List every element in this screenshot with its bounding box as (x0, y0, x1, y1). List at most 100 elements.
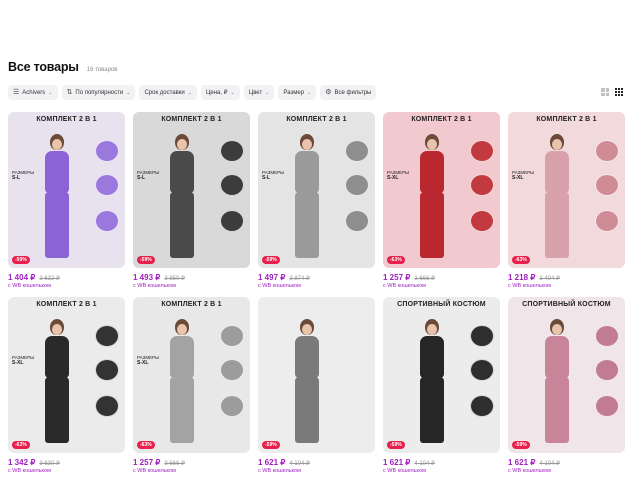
product-card[interactable]: КОМПЛЕКТ 2 В 1 РАЗМЕРЫ S-XL -63% 1 257 ₽3 66… (383, 112, 500, 297)
discount-badge: -59% (262, 256, 280, 264)
filter-price-chip[interactable]: Цена, ₽ ⌄ (200, 85, 240, 100)
large-grid-view-icon[interactable] (601, 88, 609, 96)
size-range-label: РАЗМЕРЫ S-L (262, 170, 285, 182)
product-image[interactable]: СПОРТИВНЫЙ КОСТЮМ -59% (383, 297, 500, 453)
price: 1 218 ₽ (508, 273, 536, 282)
product-card[interactable]: КОМПЛЕКТ 2 В 1 РАЗМЕРЫ S-L -59% 1 493 ₽3 850… (133, 112, 250, 297)
old-price: 4 104 ₽ (289, 461, 310, 467)
product-image[interactable]: КОМПЛЕКТ 2 В 1 РАЗМЕРЫ S-XL -63% (133, 297, 250, 453)
settings-icon: ⚙ (325, 89, 332, 96)
product-image-headline: КОМПЛЕКТ 2 В 1 (161, 301, 222, 308)
product-card[interactable]: КОМПЛЕКТ 2 В 1 РАЗМЕРЫ S-L -59% 1 497 ₽3 874… (258, 112, 375, 297)
size-range-label: РАЗМЕРЫ S-XL (137, 355, 160, 367)
detail-closeup (95, 325, 119, 347)
detail-closeup (595, 210, 619, 232)
discount-badge: -63% (512, 256, 530, 264)
detail-closeup (220, 140, 244, 162)
discount-badge: -63% (137, 441, 155, 449)
detail-closeup (470, 174, 494, 196)
chevron-down-icon: ⌄ (126, 89, 131, 96)
filter-all-chip[interactable]: ⚙ Все фильтры (320, 85, 377, 100)
price-row: 1 493 ₽3 850 ₽ (133, 273, 250, 282)
chevron-down-icon: ⌄ (187, 89, 192, 96)
old-price: 3 630 ₽ (39, 461, 60, 467)
detail-closeup (470, 210, 494, 232)
detail-closeup (95, 395, 119, 417)
discount-badge: -63% (387, 256, 405, 264)
product-card[interactable]: КОМПЛЕКТ 2 В 1 РАЗМЕРЫ S-L -59% 1 404 ₽3 632… (8, 112, 125, 297)
filter-brand-label: Achivers (22, 89, 46, 96)
price-row: 1 257 ₽3 666 ₽ (383, 273, 500, 282)
chevron-down-icon: ⌄ (48, 89, 53, 96)
detail-closeup (595, 140, 619, 162)
product-image-headline: КОМПЛЕКТ 2 В 1 (36, 301, 97, 308)
product-image[interactable]: КОМПЛЕКТ 2 В 1 РАЗМЕРЫ S-XL -63% (8, 297, 125, 453)
price: 1 493 ₽ (133, 273, 161, 282)
filter-sort-chip[interactable]: ⇅ По популярности ⌄ (61, 85, 136, 100)
filter-delivery-chip[interactable]: Срок доставки ⌄ (139, 85, 197, 100)
product-card[interactable]: СПОРТИВНЫЙ КОСТЮМ -59% 1 621 ₽4 104 ₽ с WB … (383, 297, 500, 480)
discount-badge: -59% (137, 256, 155, 264)
product-card[interactable]: КОМПЛЕКТ 2 В 1 РАЗМЕРЫ S-XL -63% 1 342 ₽3 63… (8, 297, 125, 480)
product-image-headline: КОМПЛЕКТ 2 В 1 (36, 116, 97, 123)
product-image-headline: КОМПЛЕКТ 2 В 1 (411, 116, 472, 123)
detail-closeup (95, 174, 119, 196)
filter-sort-label: По популярности (75, 89, 124, 96)
product-grid: КОМПЛЕКТ 2 В 1 РАЗМЕРЫ S-L -59% 1 404 ₽3 632… (8, 112, 625, 480)
price-row: 1 621 ₽4 104 ₽ (258, 458, 375, 467)
price-row: 1 342 ₽3 630 ₽ (8, 458, 125, 467)
wallet-note: с WB кошельком (258, 283, 301, 289)
product-image[interactable]: КОМПЛЕКТ 2 В 1 РАЗМЕРЫ S-L -59% (133, 112, 250, 268)
product-card[interactable]: КОМПЛЕКТ 2 В 1 РАЗМЕРЫ S-XL -63% 1 257 ₽3 66… (133, 297, 250, 480)
price: 1 342 ₽ (8, 458, 36, 467)
detail-closeup (220, 359, 244, 381)
price-row: 1 218 ₽3 404 ₽ (508, 273, 625, 282)
wallet-note: с WB кошельком (258, 468, 301, 474)
price: 1 497 ₽ (258, 273, 286, 282)
old-price: 4 104 ₽ (539, 461, 560, 467)
old-price: 4 104 ₽ (414, 461, 435, 467)
product-card[interactable]: -59% 1 621 ₽4 104 ₽ с WB кошельком (258, 297, 375, 480)
product-image[interactable]: КОМПЛЕКТ 2 В 1 РАЗМЕРЫ S-L -59% (8, 112, 125, 268)
filter-color-label: Цвет (248, 89, 263, 96)
wallet-note: с WB кошельком (383, 468, 426, 474)
product-card[interactable]: СПОРТИВНЫЙ КОСТЮМ -59% 1 621 ₽4 104 ₽ с WB … (508, 297, 625, 480)
page-header: Все товары 16 товаров (8, 60, 117, 74)
wallet-note: с WB кошельком (508, 283, 551, 289)
product-image[interactable]: КОМПЛЕКТ 2 В 1 РАЗМЕРЫ S-L -59% (258, 112, 375, 268)
price: 1 257 ₽ (133, 458, 161, 467)
wallet-note: с WB кошельком (508, 468, 551, 474)
filter-brand-chip[interactable]: ☰ Achivers ⌄ (8, 85, 58, 100)
small-grid-view-icon[interactable] (615, 88, 623, 96)
sort-icon: ⇅ (66, 89, 73, 96)
product-image[interactable]: -59% (258, 297, 375, 453)
filter-size-chip[interactable]: Размер ⌄ (278, 85, 317, 100)
detail-closeup (220, 210, 244, 232)
discount-badge: -59% (262, 441, 280, 449)
product-image-headline: КОМПЛЕКТ 2 В 1 (286, 116, 347, 123)
filter-size-label: Размер (283, 89, 305, 96)
filter-color-chip[interactable]: Цвет ⌄ (243, 85, 275, 100)
filter-all-label: Все фильтры (334, 89, 372, 96)
model-figure (536, 317, 582, 447)
size-range-label: РАЗМЕРЫ S-L (12, 170, 35, 182)
product-image-headline: КОМПЛЕКТ 2 В 1 (536, 116, 597, 123)
price: 1 621 ₽ (383, 458, 411, 467)
product-card[interactable]: КОМПЛЕКТ 2 В 1 РАЗМЕРЫ S-XL -63% 1 218 ₽3 40… (508, 112, 625, 297)
product-image-headline: СПОРТИВНЫЙ КОСТЮМ (522, 301, 611, 308)
product-image[interactable]: СПОРТИВНЫЙ КОСТЮМ -59% (508, 297, 625, 453)
product-image[interactable]: КОМПЛЕКТ 2 В 1 РАЗМЕРЫ S-XL -63% (383, 112, 500, 268)
size-range-label: РАЗМЕРЫ S-XL (387, 170, 410, 182)
wallet-note: с WB кошельком (133, 283, 176, 289)
wallet-note: с WB кошельком (133, 468, 176, 474)
model-figure (36, 132, 82, 262)
filter-delivery-label: Срок доставки (144, 89, 185, 96)
product-image-headline: СПОРТИВНЫЙ КОСТЮМ (397, 301, 486, 308)
old-price: 3 404 ₽ (539, 276, 560, 282)
price: 1 257 ₽ (383, 273, 411, 282)
wallet-note: с WB кошельком (383, 283, 426, 289)
price-row: 1 497 ₽3 874 ₽ (258, 273, 375, 282)
product-image[interactable]: КОМПЛЕКТ 2 В 1 РАЗМЕРЫ S-XL -63% (508, 112, 625, 268)
list-icon: ☰ (13, 89, 20, 96)
detail-closeup (470, 395, 494, 417)
